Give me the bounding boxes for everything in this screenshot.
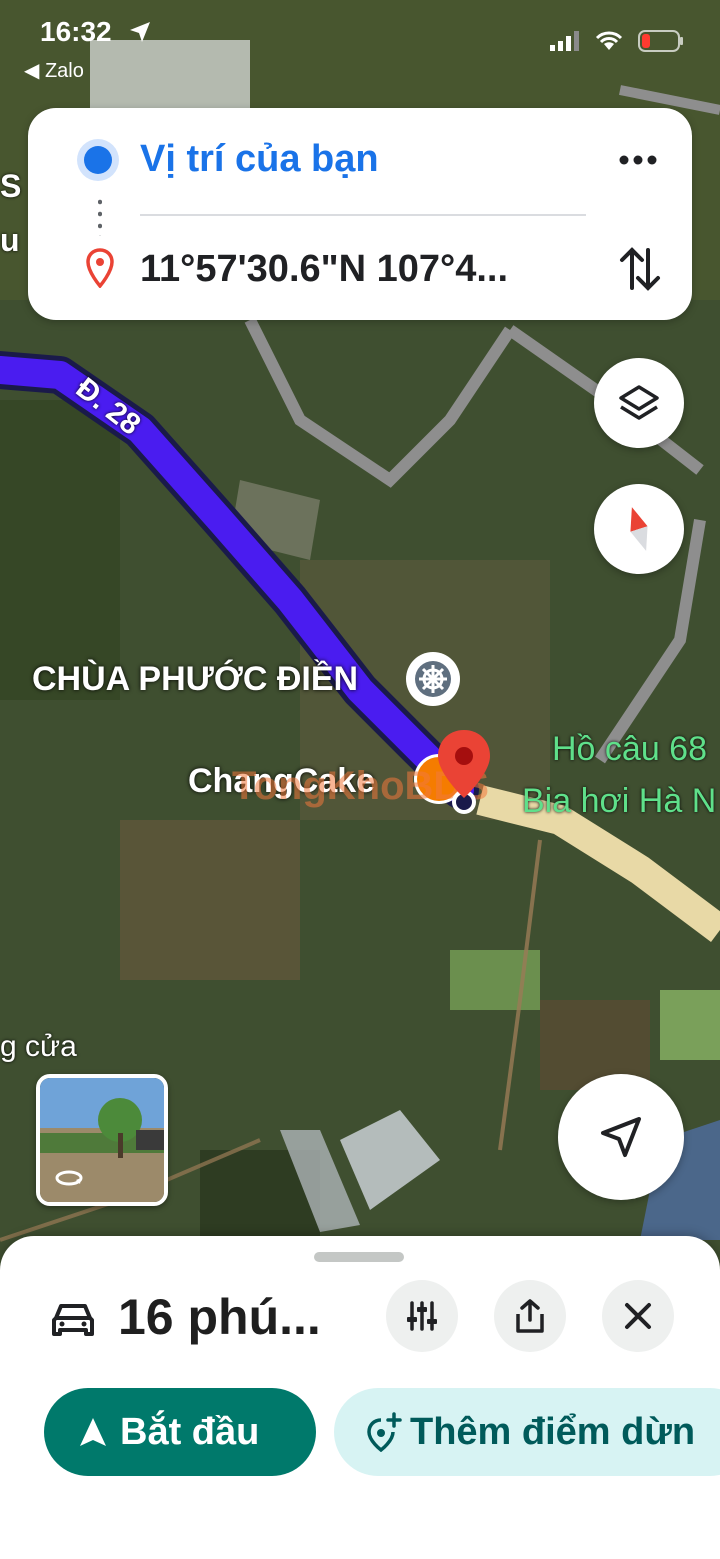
share-icon: [516, 1299, 544, 1333]
left-edge-label-3: g cửa: [0, 1030, 77, 1063]
share-button[interactable]: [494, 1280, 566, 1352]
cellular-signal-icon: [550, 31, 579, 51]
poi-label-2[interactable]: Bia hơi Hà N: [522, 782, 716, 821]
back-arrow-icon: ◀: [24, 60, 40, 82]
my-location-button[interactable]: [558, 1074, 684, 1200]
layers-button[interactable]: [594, 358, 684, 448]
origin-dot-icon: [84, 146, 112, 174]
rotate-360-icon: [55, 1170, 83, 1186]
drag-handle[interactable]: [314, 1252, 404, 1262]
more-options-icon[interactable]: [616, 142, 660, 178]
left-edge-label-2: u: [0, 222, 20, 258]
sliders-icon: [407, 1301, 437, 1331]
destination-marker-icon: [86, 248, 114, 288]
directions-sheet: 16 phú... Bắt đầu Thêm điểm dừn: [0, 1236, 720, 1559]
add-stop-button[interactable]: Thêm điểm dừn: [334, 1388, 720, 1476]
wifi-icon: [595, 31, 623, 50]
navigation-arrow-icon: [601, 1117, 641, 1157]
back-to-app[interactable]: ◀ Zalo: [24, 58, 84, 83]
temple-label[interactable]: CHÙA PHƯỚC ĐIỀN: [32, 660, 358, 699]
route-divider: [140, 214, 586, 216]
navigation-start-icon: [80, 1418, 106, 1446]
add-stop-icon: [367, 1412, 402, 1452]
start-label: Bắt đầu: [120, 1410, 260, 1453]
swap-directions-icon[interactable]: [618, 244, 662, 294]
location-arrow-icon: [130, 22, 150, 42]
compass-icon: [630, 507, 648, 551]
start-navigation-button[interactable]: Bắt đầu: [44, 1388, 316, 1476]
battery-low-icon: [638, 30, 683, 52]
layers-icon: [619, 385, 659, 420]
car-icon: [52, 1304, 94, 1336]
route-connector-icon: [98, 196, 102, 236]
destination-pin-icon[interactable]: [434, 726, 494, 816]
temple-icon[interactable]: [406, 652, 460, 706]
status-time: 16:32: [40, 16, 112, 47]
close-button[interactable]: [602, 1280, 674, 1352]
route-card: Vị trí của bạn 11°57'30.6"N 107°4...: [28, 108, 692, 320]
add-stop-label: Thêm điểm dừn: [410, 1410, 696, 1453]
compass-button[interactable]: [594, 484, 684, 574]
origin-field[interactable]: Vị trí của bạn: [140, 138, 379, 181]
status-bar: 16:32 ◀ Zalo: [0, 0, 720, 90]
route-options-button[interactable]: [386, 1280, 458, 1352]
eta-duration: 16 phú...: [118, 1289, 321, 1345]
back-app-label: Zalo: [44, 60, 84, 82]
left-edge-label-1: S: [0, 168, 22, 204]
close-icon: [625, 1303, 651, 1329]
street-view-thumbnail[interactable]: [36, 1074, 168, 1206]
destination-field[interactable]: 11°57'30.6"N 107°4...: [140, 248, 508, 291]
poi-label-1[interactable]: Hồ câu 68: [552, 730, 707, 769]
